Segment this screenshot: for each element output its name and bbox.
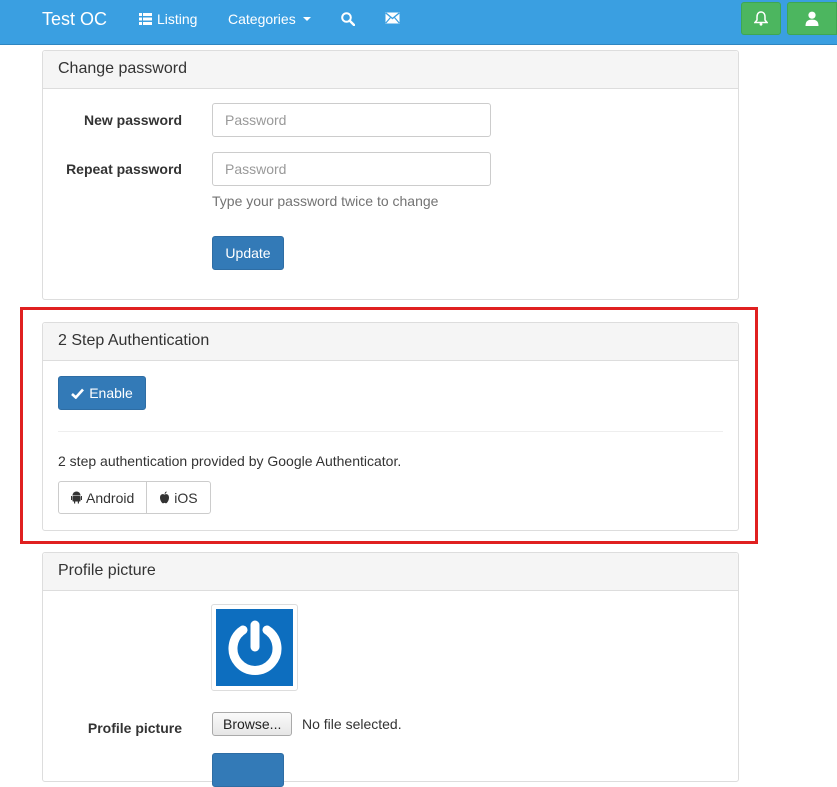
password-help-text: Type your password twice to change — [212, 193, 439, 209]
profile-picture-heading: Profile picture — [43, 553, 738, 591]
new-password-input[interactable] — [212, 103, 491, 137]
update-button[interactable]: Update — [212, 236, 284, 270]
top-navbar: Test OC Listing Categories — [0, 0, 837, 45]
android-label: Android — [86, 489, 135, 506]
profile-picture-panel: Profile picture — [42, 552, 739, 782]
list-icon — [139, 13, 152, 25]
repeat-password-input[interactable] — [212, 152, 491, 186]
user-icon — [805, 11, 819, 26]
divider — [58, 431, 723, 432]
repeat-password-label: Repeat password — [66, 161, 182, 177]
gravatar-logo-icon — [228, 620, 281, 675]
nav-listing[interactable]: Listing — [139, 11, 197, 27]
brand-link[interactable]: Test OC — [42, 9, 107, 30]
user-menu-button[interactable] — [787, 2, 837, 35]
ios-label: iOS — [174, 489, 198, 506]
android-icon — [71, 491, 82, 504]
apple-icon — [160, 491, 170, 504]
android-app-button[interactable]: Android — [58, 481, 148, 514]
enable-2fa-label: Enable — [89, 385, 133, 401]
file-status-text: No file selected. — [302, 716, 402, 732]
profile-picture-thumbnail — [211, 604, 298, 691]
nav-messages[interactable] — [385, 12, 400, 24]
new-password-label: New password — [83, 112, 182, 128]
envelope-icon — [385, 12, 400, 24]
notifications-button[interactable] — [741, 2, 781, 35]
nav-categories-label: Categories — [228, 11, 296, 27]
check-icon — [71, 388, 85, 399]
ios-app-button[interactable]: iOS — [146, 481, 211, 514]
nav-categories-dropdown[interactable]: Categories — [228, 11, 311, 27]
nav-search[interactable] — [341, 12, 355, 26]
change-password-heading: Change password — [43, 51, 738, 89]
app-download-group: Android iOS — [58, 481, 211, 514]
two-step-description: 2 step authentication provided by Google… — [58, 453, 402, 469]
search-icon — [341, 12, 355, 26]
upload-button[interactable] — [212, 753, 284, 787]
profile-picture-label: Profile picture — [87, 720, 182, 736]
avatar — [216, 609, 293, 686]
enable-2fa-button[interactable]: Enable — [58, 376, 146, 410]
nav-listing-label: Listing — [157, 11, 198, 27]
browse-file-button[interactable]: Browse... — [212, 712, 293, 736]
caret-down-icon — [302, 17, 311, 21]
bell-icon — [754, 11, 768, 26]
two-step-auth-heading: 2 Step Authentication — [43, 323, 738, 361]
